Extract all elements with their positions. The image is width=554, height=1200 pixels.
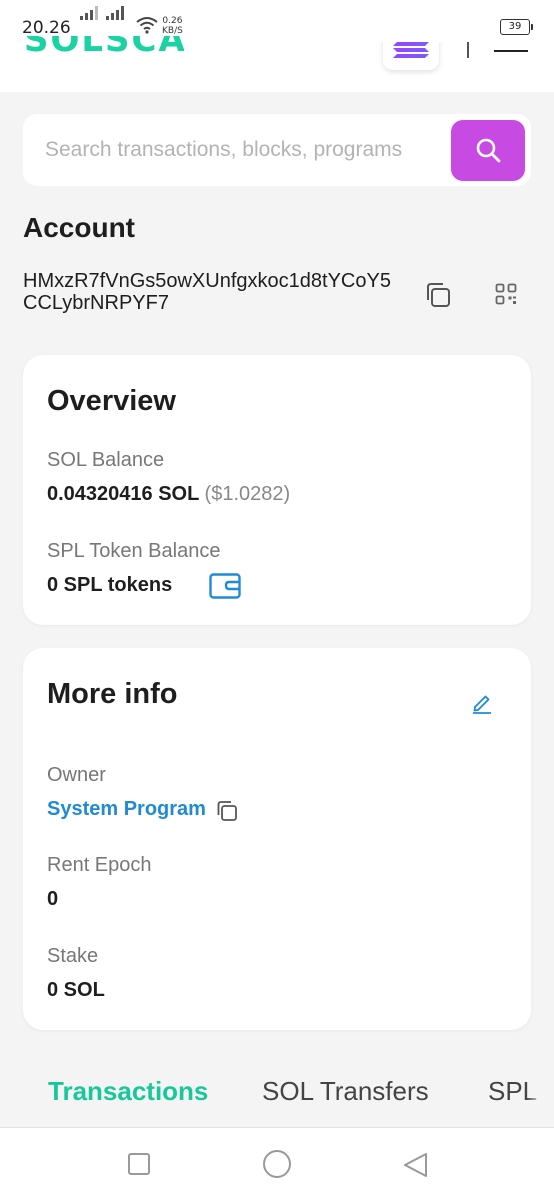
spl-balance-label: SPL Token Balance bbox=[47, 540, 221, 562]
wifi-icon bbox=[136, 17, 158, 34]
rent-epoch-value: 0 bbox=[47, 888, 59, 910]
network-speed: 0.26 KB/S bbox=[162, 16, 183, 36]
battery-indicator: 39 bbox=[500, 19, 533, 35]
owner-link[interactable]: System Program bbox=[47, 798, 206, 821]
stake-label: Stake bbox=[47, 945, 99, 967]
stake-value: 0 SOL bbox=[47, 979, 105, 1001]
more-info-card: More info Owner System Program Rent Epoc… bbox=[23, 648, 531, 1030]
recent-apps-icon[interactable] bbox=[127, 1152, 151, 1176]
back-icon[interactable] bbox=[402, 1152, 428, 1178]
menu-button[interactable] bbox=[494, 40, 530, 60]
spl-balance-value: 0 SPL tokens bbox=[47, 574, 173, 596]
sol-balance-amount: 0.04320416 SOL bbox=[47, 483, 199, 505]
edit-icon[interactable] bbox=[471, 692, 493, 714]
tab-transactions[interactable]: Transactions bbox=[48, 1076, 208, 1107]
rent-epoch-label: Rent Epoch bbox=[47, 854, 152, 876]
overview-title: Overview bbox=[47, 385, 176, 417]
search-button[interactable] bbox=[451, 120, 525, 181]
copy-address-icon[interactable] bbox=[424, 281, 452, 309]
overview-card: Overview SOL Balance 0.04320416 SOL ($1.… bbox=[23, 355, 531, 625]
system-nav-bar bbox=[0, 1127, 554, 1200]
tabs-scroll-fade bbox=[526, 1054, 554, 1126]
copy-owner-icon[interactable] bbox=[215, 799, 239, 823]
home-icon[interactable] bbox=[262, 1149, 292, 1179]
more-info-title: More info bbox=[47, 678, 178, 710]
wallet-icon[interactable] bbox=[209, 573, 241, 599]
qr-code-icon[interactable] bbox=[495, 283, 517, 305]
owner-label: Owner bbox=[47, 764, 106, 786]
search-bar bbox=[23, 114, 531, 186]
sol-balance-value: 0.04320416 SOL ($1.0282) bbox=[47, 483, 290, 506]
account-tabs: Transactions SOL Transfers SPL bbox=[0, 1054, 554, 1126]
search-input[interactable] bbox=[45, 132, 405, 168]
header-divider bbox=[467, 42, 469, 58]
solana-icon bbox=[393, 42, 429, 58]
account-address: HMxzR7fVnGs5owXUnfgxkoc1d8tYCoY5CCLybrNR… bbox=[23, 270, 391, 314]
solscan-logo[interactable]: SOLSCAN bbox=[24, 36, 184, 58]
search-icon bbox=[476, 138, 501, 163]
sol-balance-usd: ($1.0282) bbox=[204, 483, 291, 505]
sol-balance-label: SOL Balance bbox=[47, 449, 165, 471]
tab-sol-transfers[interactable]: SOL Transfers bbox=[262, 1076, 429, 1107]
status-time: 20.26 bbox=[22, 18, 71, 38]
page-title: Account bbox=[23, 212, 135, 243]
